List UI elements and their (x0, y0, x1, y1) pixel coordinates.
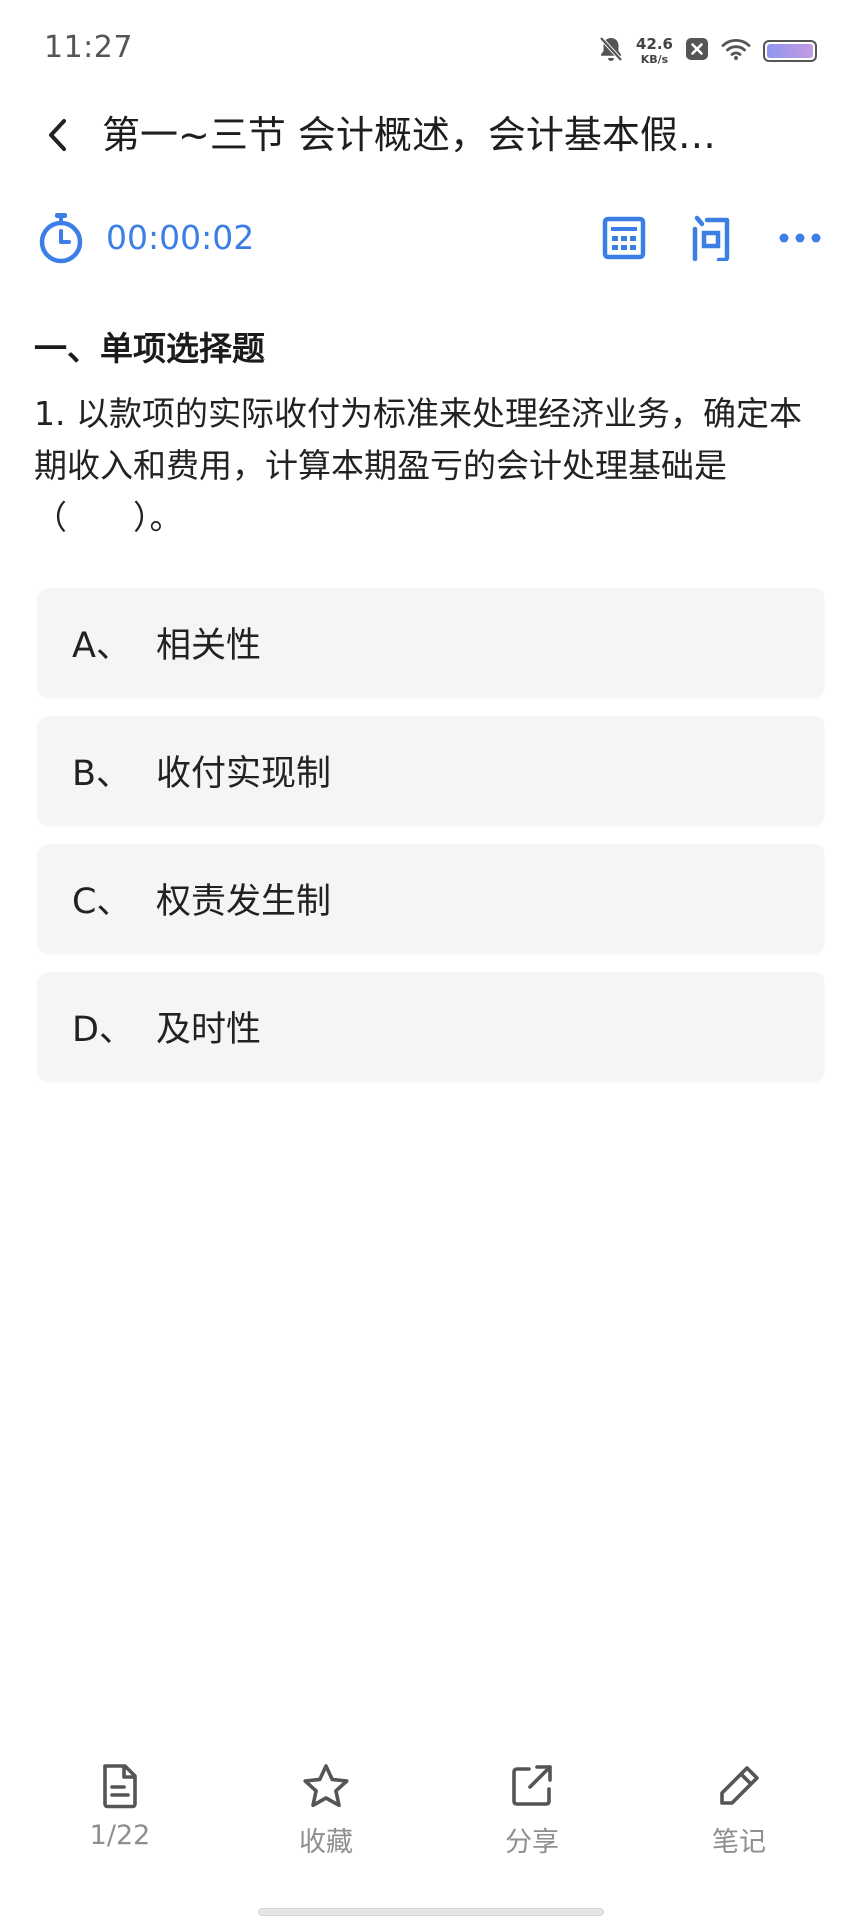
more-button[interactable] (772, 210, 828, 266)
bottom-nav: 1/22 收藏 分享 笔记 (0, 1760, 861, 1870)
header: 第一~三节 会计概述，会计基本假… (0, 100, 861, 170)
option-text: 权责发生制 (156, 881, 332, 922)
battery-icon (763, 40, 817, 62)
network-speed-unit: KB/s (640, 53, 669, 66)
status-icons: 42.6 KB/s (598, 34, 817, 68)
option-c[interactable]: C、 权责发生制 (38, 844, 824, 952)
nav-notes[interactable]: 笔记 (679, 1760, 799, 1870)
page-title: 第一~三节 会计概述，会计基本假… (102, 113, 716, 157)
option-text: 及时性 (156, 1009, 262, 1050)
nav-label-favorite: 收藏 (299, 1827, 353, 1858)
option-letter: A、 (72, 625, 131, 666)
toolbar: 00:00:02 (0, 200, 861, 276)
nav-label-notes: 笔记 (712, 1827, 766, 1858)
mute-bell-icon (598, 35, 624, 67)
wifi-icon (721, 37, 751, 65)
option-d[interactable]: D、 及时性 (38, 972, 824, 1080)
close-notification-icon (685, 37, 709, 65)
option-letter: B、 (72, 753, 132, 794)
option-text: 收付实现制 (156, 753, 332, 794)
battery-level (767, 44, 813, 58)
calculator-icon (602, 216, 646, 260)
ask-question-icon (692, 215, 730, 261)
ask-question-button[interactable] (684, 210, 740, 266)
nav-label-share: 分享 (505, 1827, 559, 1858)
network-speed-value: 42.6 (635, 35, 673, 53)
option-a[interactable]: A、 相关性 (38, 588, 824, 696)
status-bar: 11:27 42.6 KB/s (0, 0, 861, 100)
star-icon (303, 1764, 349, 1808)
nav-label-page: 1/22 (89, 1820, 151, 1851)
question-text: 1. 以款项的实际收付为标准来处理经济业务，确定本期收入和费用，计算本期盈亏的会… (34, 394, 802, 537)
option-b[interactable]: B、 收付实现制 (38, 716, 824, 824)
stopwatch-icon (39, 213, 83, 264)
option-letter: D、 (72, 1009, 134, 1050)
chevron-left-icon (49, 119, 66, 151)
option-letter: C、 (72, 881, 132, 922)
options-list: A、 相关性 B、 收付实现制 C、 权责发生制 D、 及时性 (38, 588, 824, 1100)
option-text: 相关性 (156, 625, 262, 666)
home-indicator[interactable] (258, 1908, 604, 1916)
pencil-icon (720, 1766, 759, 1805)
nav-share[interactable]: 分享 (472, 1760, 592, 1870)
section-title: 一、单项选择题 (34, 329, 265, 368)
nav-answer-sheet[interactable]: 1/22 (60, 1760, 180, 1870)
calculator-button[interactable] (596, 210, 652, 266)
elapsed-timer: 00:00:02 (106, 218, 255, 257)
more-dots-icon (779, 233, 821, 243)
share-icon (512, 1765, 552, 1806)
back-button[interactable] (30, 108, 84, 162)
nav-favorite[interactable]: 收藏 (266, 1760, 386, 1870)
document-icon (103, 1764, 137, 1809)
status-time: 11:27 (44, 30, 133, 65)
network-speed: 42.6 KB/s (635, 35, 673, 66)
